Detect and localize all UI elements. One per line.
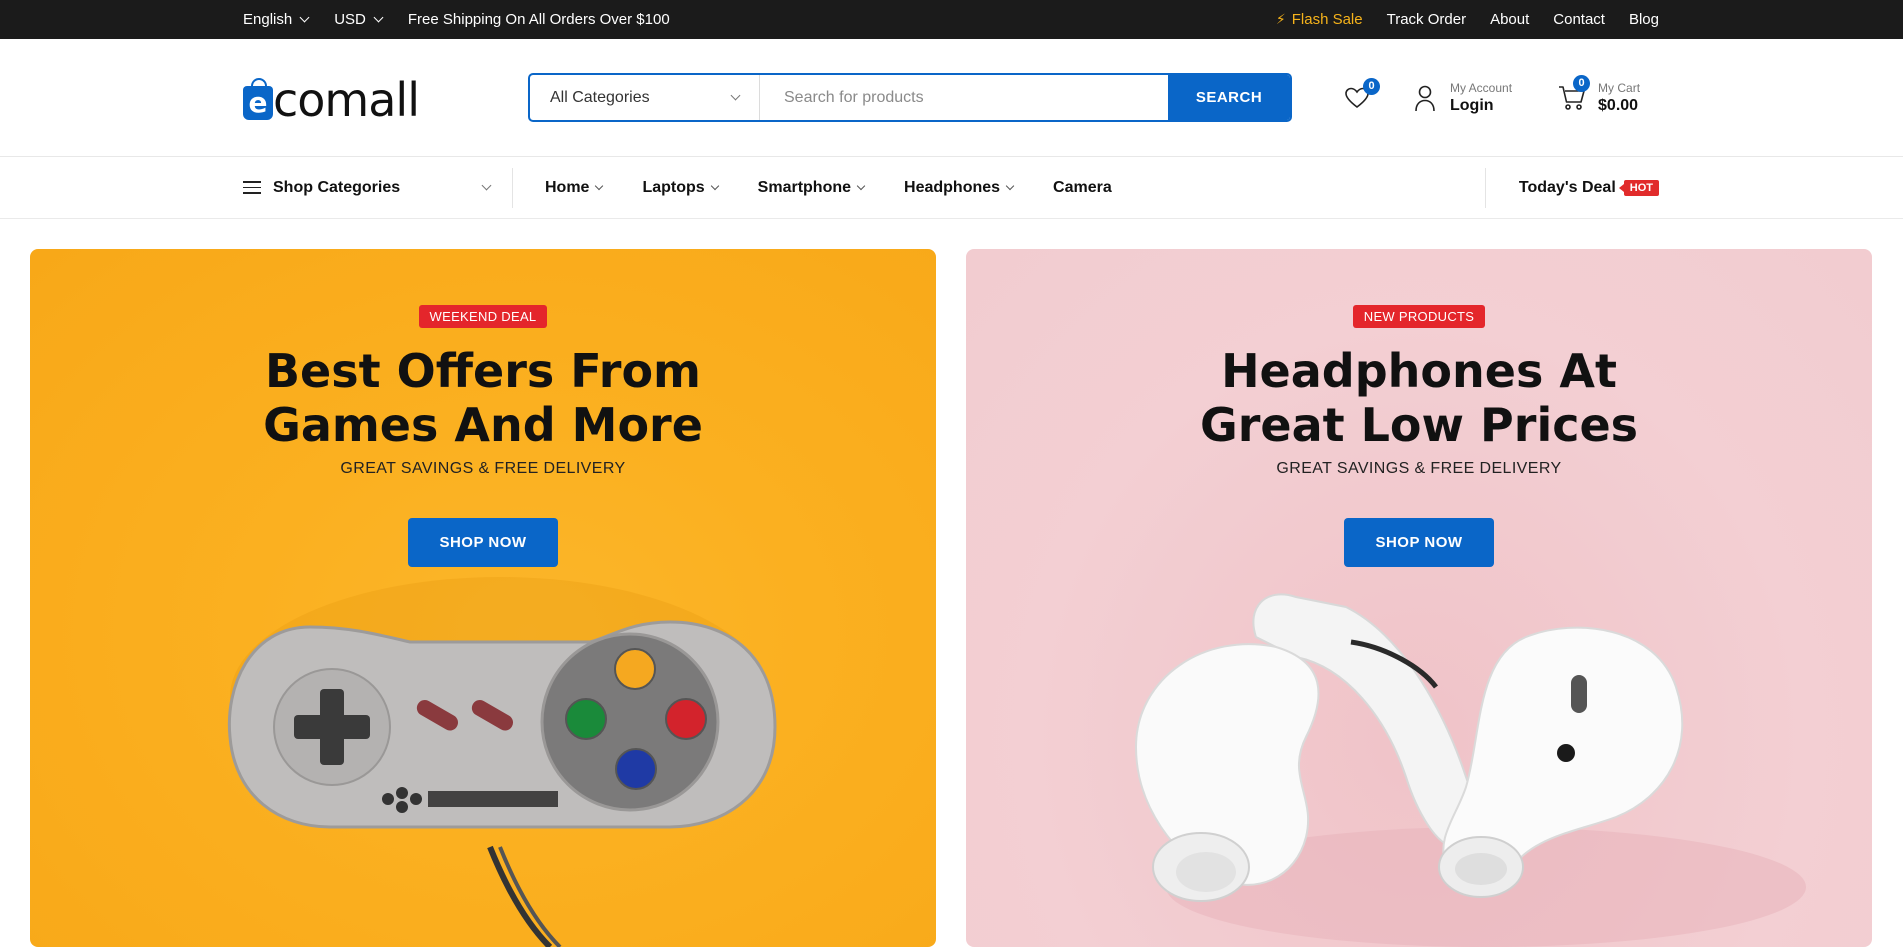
lightning-icon: ⚡︎ bbox=[1275, 11, 1286, 27]
main-header: e comall All Categories SEARCH 0 bbox=[0, 39, 1903, 157]
chevron-down-icon bbox=[710, 181, 719, 190]
cart-count-badge: 0 bbox=[1573, 74, 1591, 92]
nav-item-laptops[interactable]: Laptops bbox=[642, 178, 719, 197]
banner-title-line: Headphones At bbox=[1221, 344, 1617, 398]
flash-sale-link[interactable]: ⚡︎ Flash Sale bbox=[1276, 11, 1363, 28]
wishlist-button[interactable]: 0 bbox=[1344, 77, 1380, 110]
nav-item-label: Camera bbox=[1053, 178, 1112, 196]
hero-banners: WEEKEND DEAL Best Offers From Games And … bbox=[30, 249, 1873, 947]
banner-title-line: Best Offers From bbox=[265, 344, 701, 398]
account-link[interactable]: My Account Login bbox=[1414, 81, 1512, 115]
hot-badge: HOT bbox=[1618, 179, 1659, 196]
search-button[interactable]: SEARCH bbox=[1168, 75, 1290, 120]
todays-deal-link[interactable]: Today's Deal HOT bbox=[1484, 167, 1659, 208]
shop-categories-label: Shop Categories bbox=[273, 178, 401, 196]
banner-subtitle: GREAT SAVINGS & FREE DELIVERY bbox=[1276, 460, 1562, 477]
banner-title: Best Offers From Games And More bbox=[30, 344, 936, 452]
site-logo[interactable]: e comall bbox=[243, 72, 423, 127]
language-selector[interactable]: English bbox=[243, 11, 310, 28]
chevron-down-icon bbox=[481, 180, 492, 191]
main-nav: Shop Categories Home Laptops Smartphone … bbox=[0, 157, 1903, 219]
headphones-banner[interactable]: NEW PRODUCTS Headphones At Great Low Pri… bbox=[966, 249, 1872, 947]
banner-title-line: Great Low Prices bbox=[1199, 398, 1639, 452]
search-input[interactable] bbox=[760, 75, 1168, 120]
nav-item-label: Laptops bbox=[642, 178, 705, 196]
menu-icon bbox=[243, 181, 261, 194]
login-label: Login bbox=[1450, 96, 1494, 114]
blog-link[interactable]: Blog bbox=[1629, 11, 1659, 28]
earbuds-image bbox=[1134, 593, 1806, 947]
cart-label: My Cart bbox=[1598, 80, 1641, 95]
shipping-promo: Free Shipping On All Orders Over $100 bbox=[408, 11, 670, 28]
logo-letter: e bbox=[248, 86, 268, 119]
account-label: My Account bbox=[1450, 80, 1513, 95]
user-icon bbox=[1415, 85, 1435, 111]
nav-item-headphones[interactable]: Headphones bbox=[904, 178, 1015, 197]
game-controller-image bbox=[227, 577, 777, 947]
games-banner[interactable]: WEEKEND DEAL Best Offers From Games And … bbox=[30, 249, 936, 947]
banner-tag: NEW PRODUCTS bbox=[1352, 305, 1486, 328]
track-order-link[interactable]: Track Order bbox=[1387, 11, 1466, 28]
chevron-down-icon bbox=[1005, 181, 1015, 190]
chevron-down-icon bbox=[730, 90, 741, 101]
search-category-label: All Categories bbox=[550, 88, 650, 106]
currency-label: USD bbox=[334, 11, 366, 28]
nav-item-label: Headphones bbox=[904, 178, 1001, 196]
flash-sale-label: Flash Sale bbox=[1291, 11, 1363, 28]
about-link[interactable]: About bbox=[1490, 11, 1529, 28]
chevron-down-icon bbox=[856, 181, 866, 190]
chevron-down-icon bbox=[595, 181, 604, 190]
logo-text: comall bbox=[273, 72, 420, 127]
shop-categories-toggle[interactable]: Shop Categories bbox=[243, 167, 513, 208]
cart-total: $0.00 bbox=[1598, 96, 1639, 114]
cart-link[interactable]: 0 My Cart $0.00 bbox=[1558, 74, 1641, 115]
nav-item-smartphone[interactable]: Smartphone bbox=[757, 178, 866, 197]
language-label: English bbox=[243, 11, 293, 28]
chevron-down-icon bbox=[373, 12, 384, 23]
nav-item-camera[interactable]: Camera bbox=[1053, 179, 1112, 197]
top-bar: English USD Free Shipping On All Orders … bbox=[0, 0, 1903, 39]
shopping-bag-logo-icon: e bbox=[243, 77, 273, 120]
banner-tag: WEEKEND DEAL bbox=[418, 305, 548, 328]
banner-title-line: Games And More bbox=[263, 398, 703, 452]
banner-subtitle: GREAT SAVINGS & FREE DELIVERY bbox=[340, 460, 626, 477]
nav-item-label: Home bbox=[545, 178, 590, 196]
chevron-down-icon bbox=[299, 12, 310, 23]
banner-title: Headphones At Great Low Prices bbox=[966, 344, 1872, 452]
shipping-promo-text: Free Shipping On All Orders Over $100 bbox=[407, 11, 670, 28]
search-category-select[interactable]: All Categories bbox=[530, 75, 760, 120]
currency-selector[interactable]: USD bbox=[334, 11, 384, 28]
nav-item-label: Smartphone bbox=[757, 178, 852, 196]
menu-items: Home Laptops Smartphone Headphones Camer… bbox=[545, 179, 1485, 197]
contact-link[interactable]: Contact bbox=[1553, 11, 1605, 28]
wishlist-count-badge: 0 bbox=[1363, 77, 1380, 95]
todays-deal-label: Today's Deal bbox=[1518, 178, 1616, 196]
search-bar: All Categories SEARCH bbox=[528, 73, 1292, 122]
nav-item-home[interactable]: Home bbox=[545, 178, 604, 197]
